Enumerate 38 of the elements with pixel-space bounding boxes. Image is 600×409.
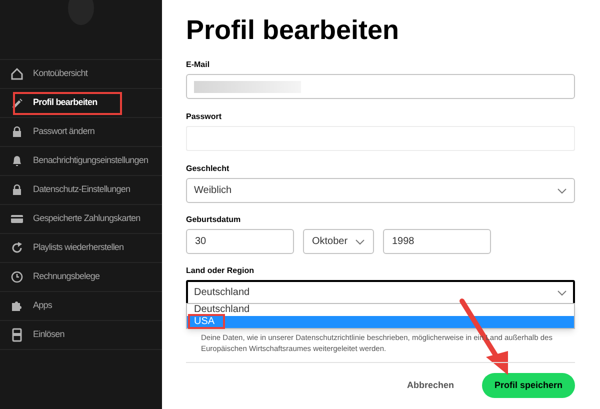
email-field[interactable] [186,74,575,99]
device-icon [10,328,24,342]
lock-icon [10,183,24,197]
chevron-icon [557,188,567,194]
gender-dropdown[interactable]: Weiblich [186,178,575,203]
chevron-icon [355,238,365,244]
field-label: E-Mail [186,60,211,70]
pen-icon [10,96,24,110]
dropdown-option[interactable]: Deutschland [187,304,574,316]
field-label: Land oder Region [186,266,255,276]
sidebar-item[interactable]: Apps [33,299,52,313]
lock-icon [10,125,24,139]
field-label: Passwort [186,112,223,122]
sidebar-item[interactable]: Einlösen [33,328,64,342]
sidebar-item[interactable]: Playlists wiederherstellen [33,241,124,255]
sidebar-item[interactable]: Profil bearbeiten [33,96,98,110]
page-title: Profil bearbeiten [186,14,400,46]
field-label: Geschlecht [186,164,230,174]
sidebar-item[interactable]: Rechnungsbelege [33,270,100,284]
puzzle-icon [10,299,24,313]
sidebar-item[interactable]: Gespeicherte Zahlungskarten [33,212,140,226]
sidebar-item[interactable]: Datenschutz-Einstellungen [33,183,130,197]
home-icon [10,67,24,81]
field-label: Geburtsdatum [186,215,242,225]
refresh-icon [10,241,24,255]
day-field[interactable]: 30 [186,229,294,254]
cancel-button[interactable]: Abbrechen [396,374,464,398]
save-button[interactable]: Profil speichern [482,373,575,398]
sidebar-item[interactable]: Passwort ändern [33,125,95,139]
highlight-frame [188,314,225,329]
chevron-icon [557,290,567,296]
sidebar-item[interactable]: Kontoübersicht [33,67,88,81]
sidebar-item[interactable]: Benachrichtigungseinstellungen [33,154,148,168]
year-field[interactable]: 1998 [383,229,491,254]
bell-icon [10,154,24,168]
month-dropdown[interactable]: Oktober [303,229,374,254]
clock-icon [10,270,24,284]
card-icon [10,212,24,226]
